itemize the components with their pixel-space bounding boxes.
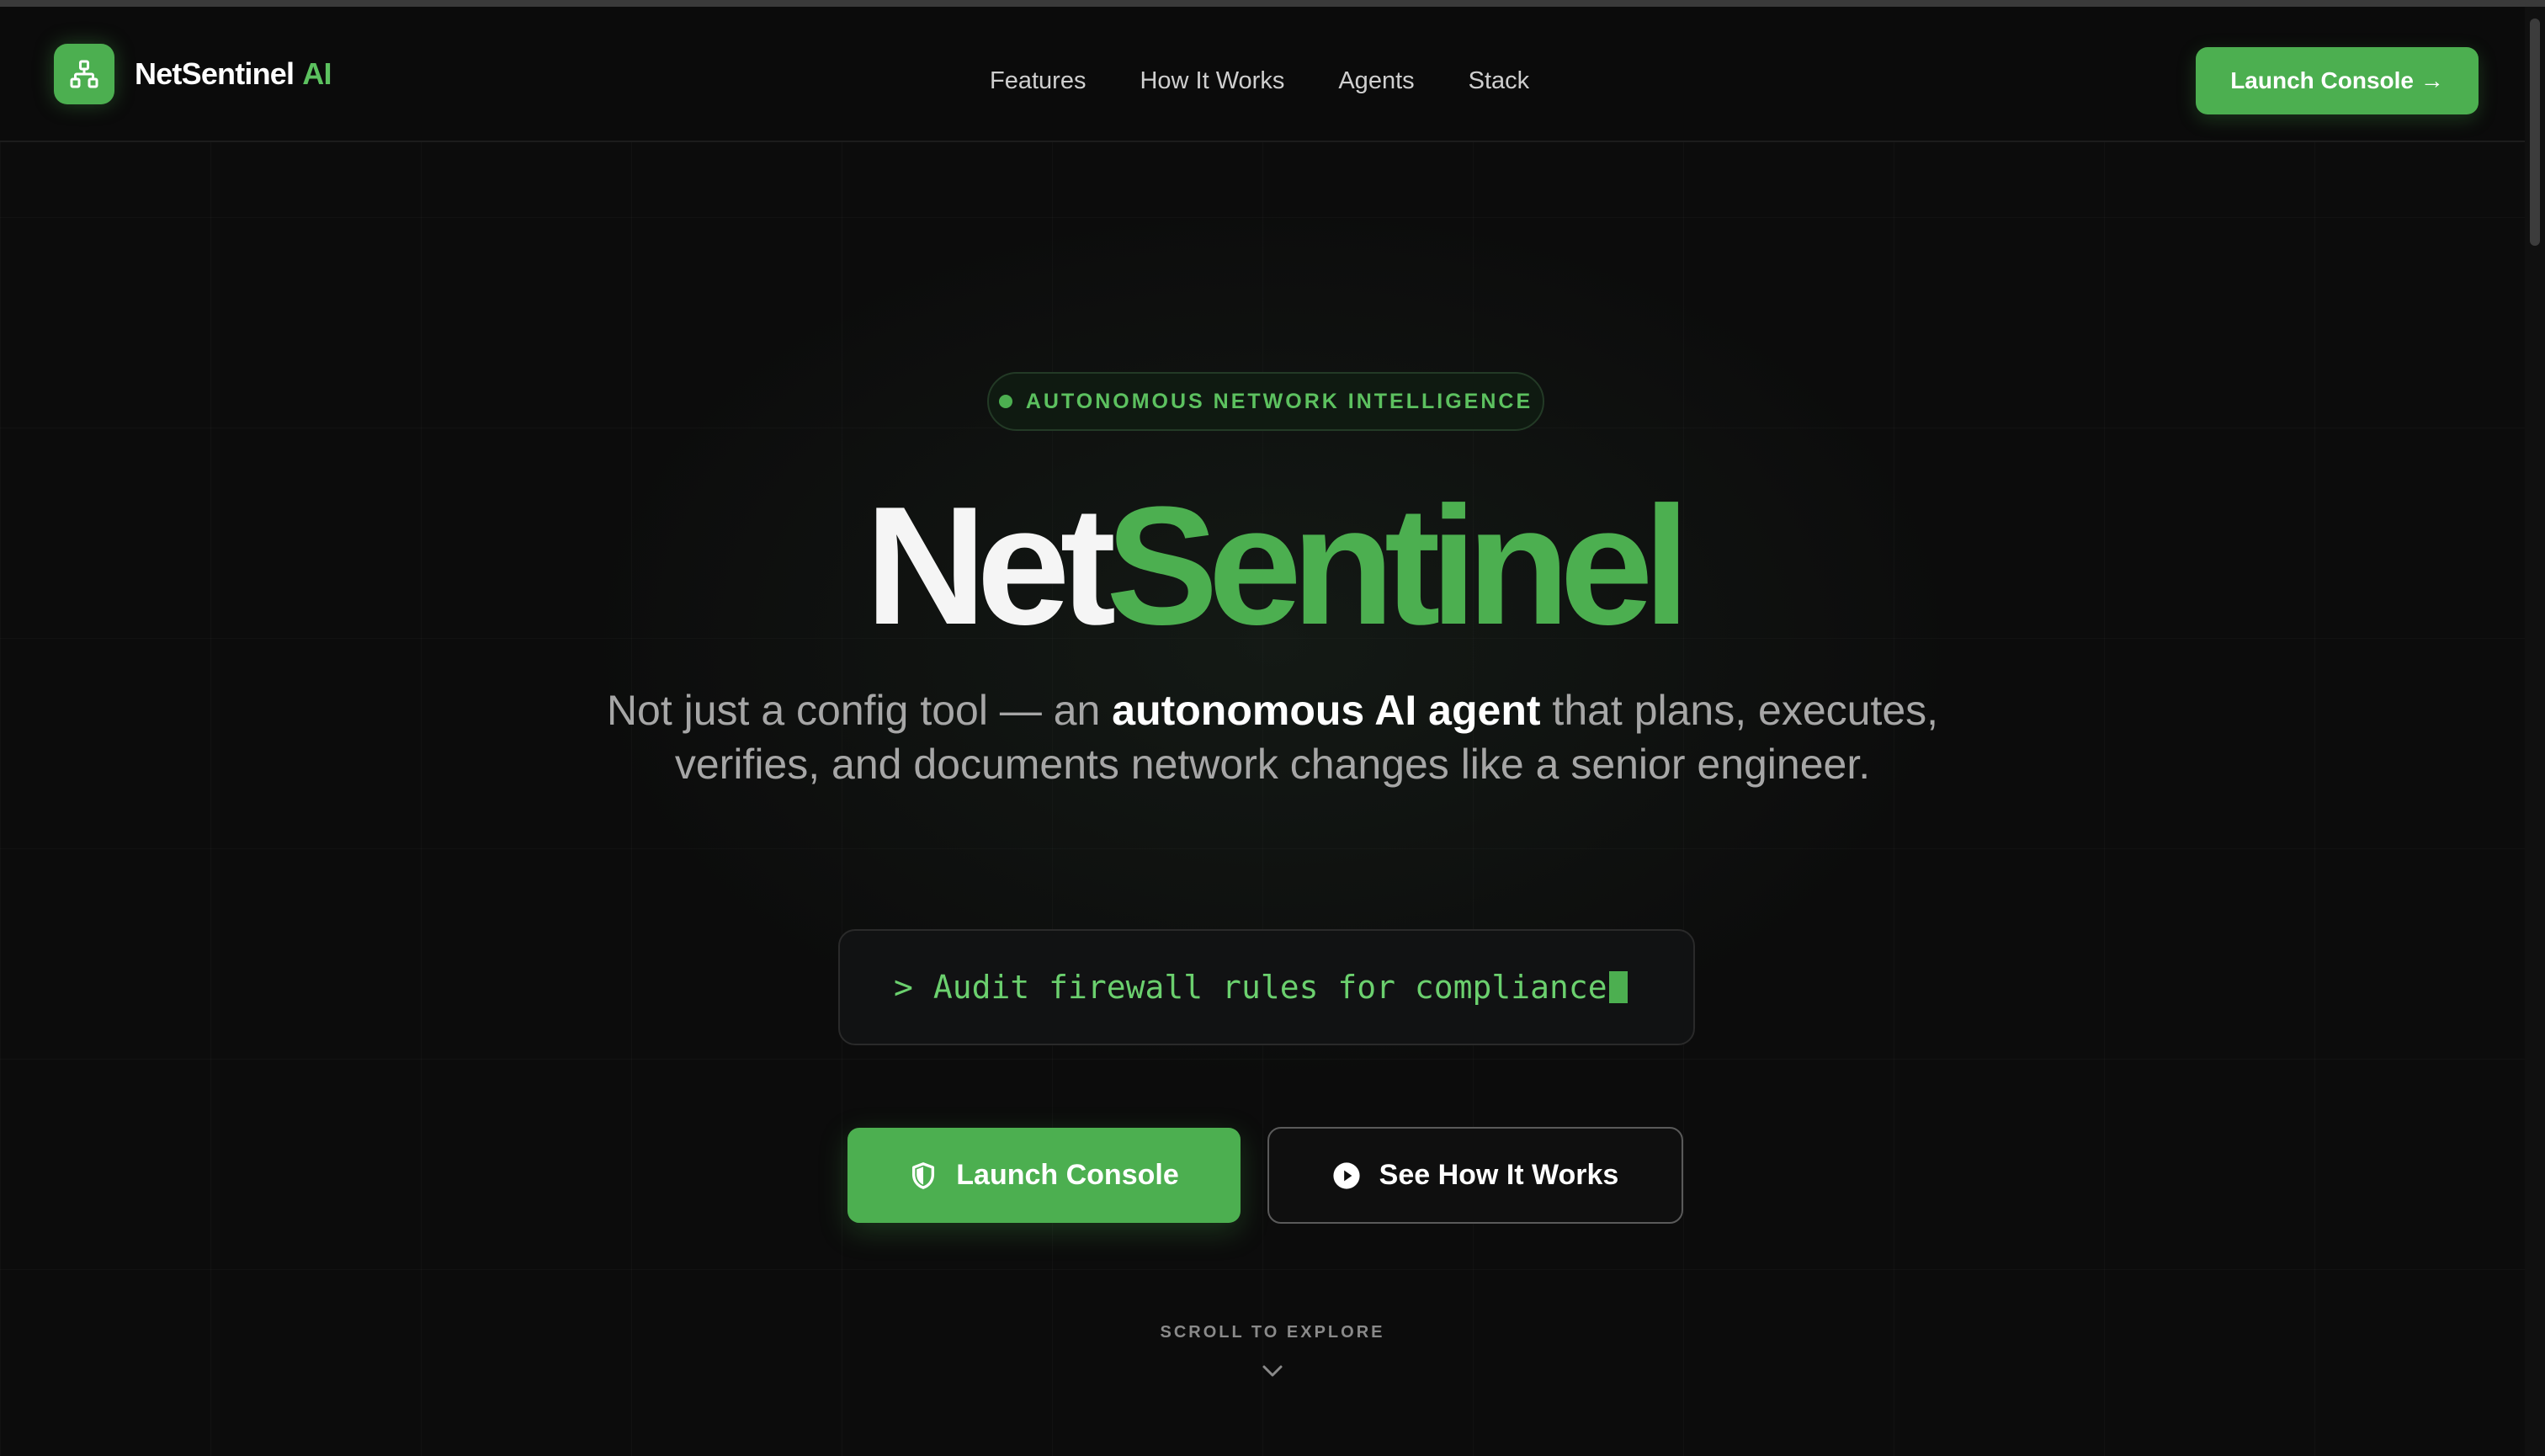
nav-link-features[interactable]: Features bbox=[990, 66, 1086, 96]
subtitle-emphasis: autonomous AI agent bbox=[1112, 687, 1541, 734]
hero-badge: AUTONOMOUS NETWORK INTELLIGENCE bbox=[987, 372, 1544, 431]
top-nav: NetSentinel AI Features How It Works Agen… bbox=[0, 7, 2545, 142]
terminal-prompt-box: > Audit firewall rules for compliance bbox=[838, 929, 1695, 1045]
badge-dot bbox=[998, 395, 1012, 408]
nav-link-how-it-works[interactable]: How It Works bbox=[1140, 66, 1284, 96]
network-icon bbox=[54, 44, 114, 104]
shield-icon bbox=[909, 1161, 938, 1190]
terminal-command-text: Audit firewall rules for compliance bbox=[932, 969, 1607, 1006]
launch-console-button[interactable]: Launch Console bbox=[847, 1128, 1241, 1223]
brand[interactable]: NetSentinel AI bbox=[54, 44, 332, 104]
terminal-prompt-symbol: > bbox=[894, 969, 913, 1006]
scrollbar-track[interactable] bbox=[2525, 7, 2545, 1456]
subtitle-pre: Not just a config tool — an bbox=[606, 687, 1113, 734]
hero-title: NetSentinel bbox=[0, 470, 2545, 663]
hero-title-part1: Net bbox=[864, 472, 1116, 660]
nav-links: Features How It Works Agents Stack bbox=[990, 66, 1583, 96]
scrollbar-thumb[interactable] bbox=[2530, 19, 2540, 246]
chevron-down-icon[interactable] bbox=[1256, 1362, 1289, 1386]
brand-suffix: AI bbox=[302, 56, 332, 91]
badge-text: AUTONOMOUS NETWORK INTELLIGENCE bbox=[1025, 389, 1533, 413]
window-top-border bbox=[0, 0, 2545, 7]
hero-subtitle: Not just a config tool — an autonomous A… bbox=[599, 683, 1946, 791]
terminal-cursor bbox=[1608, 971, 1628, 1003]
see-how-it-works-label: See How It Works bbox=[1379, 1159, 1619, 1191]
brand-name: NetSentinel AI bbox=[135, 56, 332, 91]
play-icon bbox=[1332, 1161, 1361, 1190]
scroll-hint: SCROLL TO EXPLORE bbox=[1160, 1323, 1385, 1342]
nav-link-agents[interactable]: Agents bbox=[1338, 66, 1414, 96]
nav-link-stack[interactable]: Stack bbox=[1469, 66, 1530, 96]
launch-console-nav-button[interactable]: Launch Console → bbox=[2196, 47, 2479, 114]
hero-title-part2: Sentinel bbox=[1106, 472, 1690, 660]
see-how-it-works-button[interactable]: See How It Works bbox=[1267, 1127, 1683, 1224]
launch-console-label: Launch Console bbox=[956, 1159, 1179, 1191]
